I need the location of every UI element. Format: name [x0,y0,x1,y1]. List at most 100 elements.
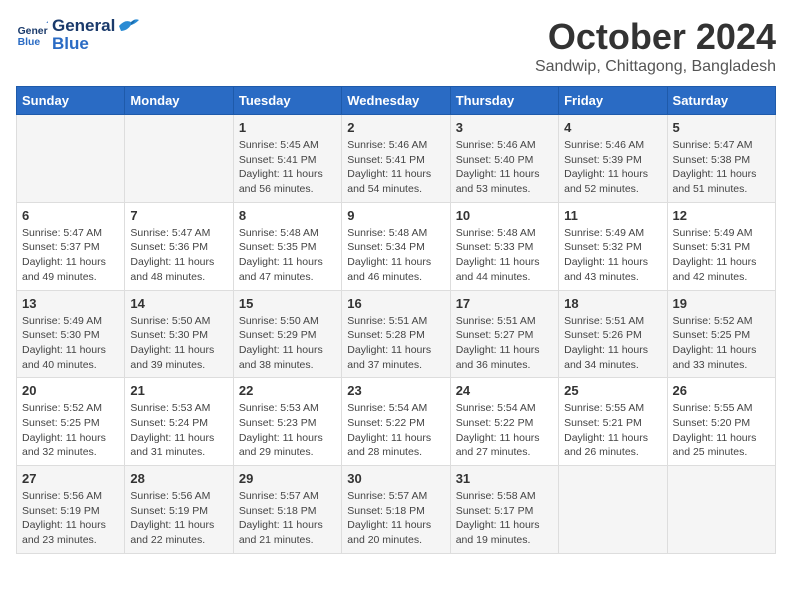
weekday-header: Monday [125,87,233,115]
calendar-day-cell: 20 Sunrise: 5:52 AMSunset: 5:25 PMDayligh… [17,378,125,466]
calendar-day-cell: 18Sunrise: 5:51 AMSunset: 5:26 PMDayligh… [559,290,667,378]
page-subtitle: Sandwip, Chittagong, Bangladesh [535,58,776,76]
day-number: 30 [347,471,444,486]
day-info: Sunrise: 5:53 AMSunset: 5:23 PMDaylight:… [239,401,336,460]
calendar-day-cell: 9 Sunrise: 5:48 AMSunset: 5:34 PMDaylight… [342,202,450,290]
day-number: 27 [22,471,119,486]
weekday-header: Friday [559,87,667,115]
day-number: 13 [22,296,119,311]
day-info: Sunrise: 5:53 AMSunset: 5:24 PMDaylight:… [130,401,227,460]
day-info: Sunrise: 5:55 AMSunset: 5:20 PMDaylight:… [673,401,770,460]
weekday-header: Sunday [17,87,125,115]
day-info: Sunrise: 5:51 AMSunset: 5:28 PMDaylight:… [347,314,444,373]
svg-text:General: General [18,26,48,37]
weekday-header: Thursday [450,87,558,115]
day-number: 26 [673,383,770,398]
day-info: Sunrise: 5:49 AMSunset: 5:30 PMDaylight:… [22,314,119,373]
calendar-day-cell: 14Sunrise: 5:50 AMSunset: 5:30 PMDayligh… [125,290,233,378]
calendar-day-cell [125,115,233,203]
calendar-day-cell: 3 Sunrise: 5:46 AMSunset: 5:40 PMDaylight… [450,115,558,203]
day-number: 15 [239,296,336,311]
calendar-day-cell: 16 Sunrise: 5:51 AMSunset: 5:28 PMDayligh… [342,290,450,378]
logo-general: General [52,16,115,36]
day-info: Sunrise: 5:54 AMSunset: 5:22 PMDaylight:… [347,401,444,460]
title-area: October 2024 Sandwip, Chittagong, Bangla… [535,16,776,76]
calendar-day-cell: 10 Sunrise: 5:48 AMSunset: 5:33 PMDayligh… [450,202,558,290]
day-number: 31 [456,471,553,486]
day-info: Sunrise: 5:54 AMSunset: 5:22 PMDaylight:… [456,401,553,460]
weekday-header: Tuesday [233,87,341,115]
logo-bird-icon: General Blue [16,21,48,49]
svg-text:Blue: Blue [18,37,41,48]
calendar-day-cell: 4 Sunrise: 5:46 AMSunset: 5:39 PMDaylight… [559,115,667,203]
calendar-day-cell: 19 Sunrise: 5:52 AMSunset: 5:25 PMDayligh… [667,290,775,378]
day-info: Sunrise: 5:48 AMSunset: 5:34 PMDaylight:… [347,226,444,285]
day-info: Sunrise: 5:55 AMSunset: 5:21 PMDaylight:… [564,401,661,460]
calendar-day-cell [17,115,125,203]
calendar-day-cell: 5 Sunrise: 5:47 AMSunset: 5:38 PMDaylight… [667,115,775,203]
page-title: October 2024 [535,16,776,58]
day-info: Sunrise: 5:45 AMSunset: 5:41 PMDaylight:… [239,138,336,197]
day-info: Sunrise: 5:50 AMSunset: 5:29 PMDaylight:… [239,314,336,373]
logo: General Blue General Blue [16,16,139,54]
day-number: 29 [239,471,336,486]
header: General Blue General Blue October 2024 S… [16,16,776,76]
calendar-day-cell: 30Sunrise: 5:57 AMSunset: 5:18 PMDayligh… [342,466,450,554]
day-number: 8 [239,208,336,223]
day-number: 9 [347,208,444,223]
calendar-day-cell: 28 Sunrise: 5:56 AMSunset: 5:19 PMDayligh… [125,466,233,554]
day-info: Sunrise: 5:46 AMSunset: 5:39 PMDaylight:… [564,138,661,197]
calendar-week-row: 1 Sunrise: 5:45 AMSunset: 5:41 PMDaylight… [17,115,776,203]
day-number: 10 [456,208,553,223]
calendar-day-cell: 29 Sunrise: 5:57 AMSunset: 5:18 PMDayligh… [233,466,341,554]
day-number: 23 [347,383,444,398]
day-number: 28 [130,471,227,486]
day-info: Sunrise: 5:46 AMSunset: 5:40 PMDaylight:… [456,138,553,197]
day-info: Sunrise: 5:46 AMSunset: 5:41 PMDaylight:… [347,138,444,197]
calendar-week-row: 27 Sunrise: 5:56 AMSunset: 5:19 PMDayligh… [17,466,776,554]
calendar-day-cell: 1 Sunrise: 5:45 AMSunset: 5:41 PMDaylight… [233,115,341,203]
calendar-day-cell: 13 Sunrise: 5:49 AMSunset: 5:30 PMDayligh… [17,290,125,378]
day-number: 18 [564,296,661,311]
day-info: Sunrise: 5:48 AMSunset: 5:35 PMDaylight:… [239,226,336,285]
day-number: 4 [564,120,661,135]
day-info: Sunrise: 5:57 AMSunset: 5:18 PMDaylight:… [239,489,336,548]
calendar-day-cell: 26 Sunrise: 5:55 AMSunset: 5:20 PMDayligh… [667,378,775,466]
day-number: 17 [456,296,553,311]
calendar-day-cell: 31Sunrise: 5:58 AMSunset: 5:17 PMDayligh… [450,466,558,554]
day-info: Sunrise: 5:47 AMSunset: 5:38 PMDaylight:… [673,138,770,197]
calendar-day-cell [667,466,775,554]
day-number: 11 [564,208,661,223]
day-number: 2 [347,120,444,135]
day-info: Sunrise: 5:51 AMSunset: 5:27 PMDaylight:… [456,314,553,373]
day-number: 7 [130,208,227,223]
day-number: 19 [673,296,770,311]
day-info: Sunrise: 5:49 AMSunset: 5:32 PMDaylight:… [564,226,661,285]
calendar-day-cell: 24Sunrise: 5:54 AMSunset: 5:22 PMDayligh… [450,378,558,466]
calendar-day-cell: 2 Sunrise: 5:46 AMSunset: 5:41 PMDaylight… [342,115,450,203]
day-number: 21 [130,383,227,398]
calendar-week-row: 13 Sunrise: 5:49 AMSunset: 5:30 PMDayligh… [17,290,776,378]
day-number: 3 [456,120,553,135]
day-info: Sunrise: 5:49 AMSunset: 5:31 PMDaylight:… [673,226,770,285]
calendar-day-cell: 7Sunrise: 5:47 AMSunset: 5:36 PMDaylight… [125,202,233,290]
logo-bird-icon [117,17,139,35]
calendar-day-cell: 17 Sunrise: 5:51 AMSunset: 5:27 PMDayligh… [450,290,558,378]
day-info: Sunrise: 5:56 AMSunset: 5:19 PMDaylight:… [130,489,227,548]
calendar-table: SundayMondayTuesdayWednesdayThursdayFrid… [16,86,776,554]
day-number: 6 [22,208,119,223]
day-info: Sunrise: 5:48 AMSunset: 5:33 PMDaylight:… [456,226,553,285]
calendar-day-cell: 27Sunrise: 5:56 AMSunset: 5:19 PMDayligh… [17,466,125,554]
calendar-day-cell: 21 Sunrise: 5:53 AMSunset: 5:24 PMDayligh… [125,378,233,466]
calendar-day-cell: 22Sunrise: 5:53 AMSunset: 5:23 PMDayligh… [233,378,341,466]
day-number: 1 [239,120,336,135]
day-number: 16 [347,296,444,311]
day-number: 5 [673,120,770,135]
day-info: Sunrise: 5:52 AMSunset: 5:25 PMDaylight:… [673,314,770,373]
day-info: Sunrise: 5:52 AMSunset: 5:25 PMDaylight:… [22,401,119,460]
calendar-day-cell: 25Sunrise: 5:55 AMSunset: 5:21 PMDayligh… [559,378,667,466]
day-number: 20 [22,383,119,398]
day-info: Sunrise: 5:47 AMSunset: 5:37 PMDaylight:… [22,226,119,285]
day-info: Sunrise: 5:50 AMSunset: 5:30 PMDaylight:… [130,314,227,373]
calendar-day-cell [559,466,667,554]
